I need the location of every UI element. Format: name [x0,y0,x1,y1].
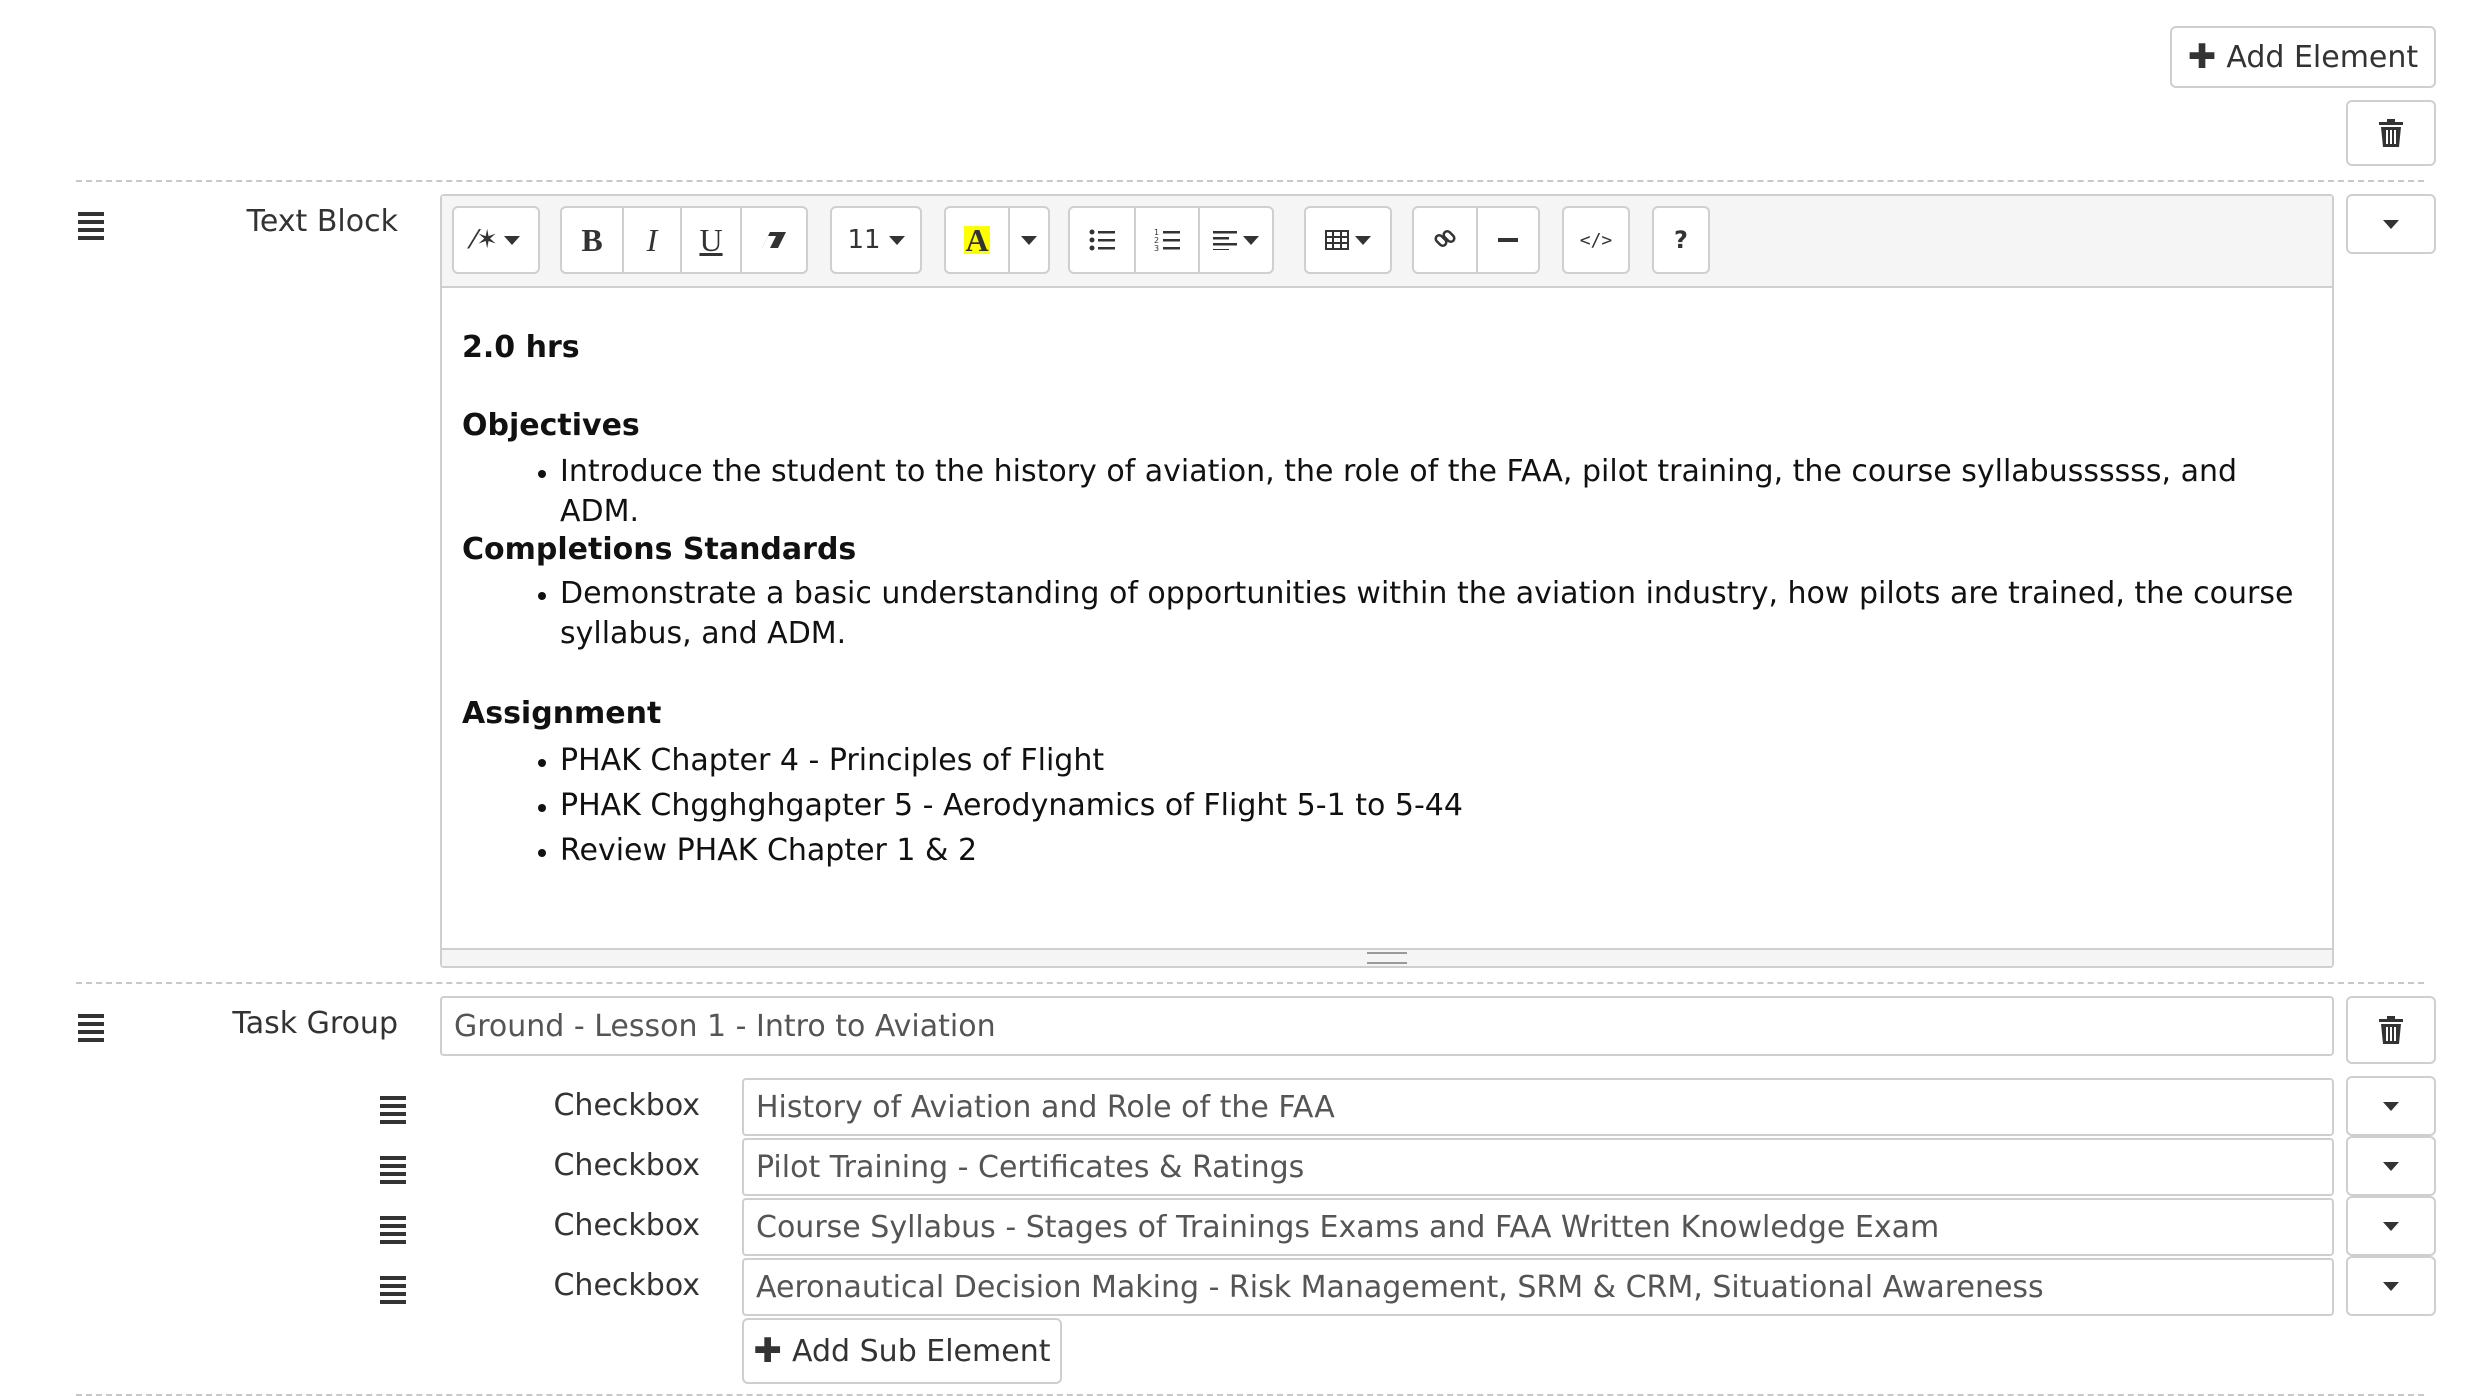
checkbox-input[interactable]: Course Syllabus - Stages of Trainings Ex… [742,1198,2334,1256]
add-element-button[interactable]: ✚ Add Element [2170,26,2436,88]
caret-down-icon [2383,1101,2399,1111]
add-sub-element-label: Add Sub Element [792,1333,1051,1369]
editor-resize-bar[interactable] [442,948,2332,966]
duration-text: 2.0 hrs [462,330,580,365]
plus-icon: ✚ [2187,37,2217,77]
italic-button[interactable]: I [622,206,682,274]
text-block-label: Text Block [246,204,398,239]
magic-wand-icon: ⁄✶ [471,225,499,255]
underline-button[interactable]: U [680,206,742,274]
highlight-icon: A [964,222,990,258]
checkbox-label: Checkbox [553,1208,700,1243]
horizontal-rule-button[interactable] [1476,206,1540,274]
ordered-list-button[interactable]: 123 [1134,206,1200,274]
drag-handle-icon[interactable] [380,1156,406,1184]
link-icon [1434,229,1456,248]
link-button[interactable] [1412,206,1478,274]
bullet-list-icon [1089,229,1115,251]
list-item: PHAK Chapter 4 - Principles of Flight [560,738,2300,783]
checkbox-menu-button[interactable] [2346,1136,2436,1196]
align-left-icon [1213,231,1237,250]
drag-handle-icon[interactable] [78,1014,104,1042]
checkbox-label: Checkbox [553,1148,700,1183]
clear-format-button[interactable] [740,206,808,274]
checkbox-label: Checkbox [553,1088,700,1123]
caret-down-icon [504,235,521,245]
assignment-heading: Assignment [462,696,662,731]
code-view-button[interactable]: </> [1562,206,1630,274]
section-divider [76,982,2424,984]
code-icon: </> [1579,229,1613,251]
plus-icon: ✚ [753,1331,783,1371]
caret-down-icon [2383,1161,2399,1171]
drag-handle-icon[interactable] [380,1216,406,1244]
svg-text:3: 3 [1154,244,1159,252]
checkbox-menu-button[interactable] [2346,1076,2436,1136]
font-size-value: 11 [847,225,881,255]
objectives-heading: Objectives [462,408,640,443]
style-button[interactable]: ⁄✶ [452,206,540,274]
minus-icon [1498,238,1518,242]
caret-down-icon [888,235,905,245]
font-size-button[interactable]: 11 [830,206,922,274]
highlight-button[interactable]: A [944,206,1010,274]
assignment-list: PHAK Chapter 4 - Principles of Flight PH… [462,738,2300,873]
list-item: Introduce the student to the history of … [560,452,2300,532]
caret-down-icon [1021,235,1037,245]
caret-down-icon [1243,235,1259,245]
standards-heading: Completions Standards [462,532,857,567]
section-divider [76,180,2424,182]
checkbox-input[interactable]: Aeronautical Decision Making - Risk Mana… [742,1258,2334,1316]
list-item: Review PHAK Chapter 1 & 2 [560,828,2300,873]
table-button[interactable] [1304,206,1392,274]
checkbox-input[interactable]: History of Aviation and Role of the FAA [742,1078,2334,1136]
caret-down-icon [1355,235,1371,245]
task-group-label: Task Group [232,1006,398,1041]
drag-handle-icon[interactable] [380,1276,406,1304]
delete-element-button[interactable] [2346,100,2436,166]
text-block-menu-button[interactable] [2346,194,2436,254]
add-sub-element-button[interactable]: ✚ Add Sub Element [742,1318,1062,1384]
help-icon: ? [1674,226,1688,254]
caret-down-icon [2383,1221,2399,1231]
trash-icon [2379,119,2403,147]
task-group-input[interactable]: Ground - Lesson 1 - Intro to Aviation [440,996,2334,1056]
bullet-list-button[interactable] [1068,206,1136,274]
delete-task-group-button[interactable] [2346,996,2436,1064]
trash-icon [2379,1016,2403,1044]
align-button[interactable] [1198,206,1274,274]
list-item: PHAK Chgghghgapter 5 - Aerodynamics of F… [560,783,2300,828]
checkbox-menu-button[interactable] [2346,1196,2436,1256]
add-element-label: Add Element [2226,39,2419,75]
standards-list: Demonstrate a basic understanding of opp… [462,574,2360,654]
highlight-color-dropdown[interactable] [1008,206,1050,274]
help-button[interactable]: ? [1652,206,1710,274]
checkbox-input[interactable]: Pilot Training - Certificates & Ratings [742,1138,2334,1196]
eraser-icon [762,232,786,248]
drag-handle-icon[interactable] [78,212,104,240]
drag-handle-icon[interactable] [380,1096,406,1124]
list-item: Demonstrate a basic understanding of opp… [560,574,2360,654]
table-icon [1325,230,1349,250]
ordered-list-icon: 123 [1154,228,1180,252]
objectives-list: Introduce the student to the history of … [462,452,2300,532]
checkbox-menu-button[interactable] [2346,1256,2436,1316]
caret-down-icon [2383,1281,2399,1291]
checkbox-label: Checkbox [553,1268,700,1303]
bold-button[interactable]: B [560,206,624,274]
caret-down-icon [2383,219,2399,229]
